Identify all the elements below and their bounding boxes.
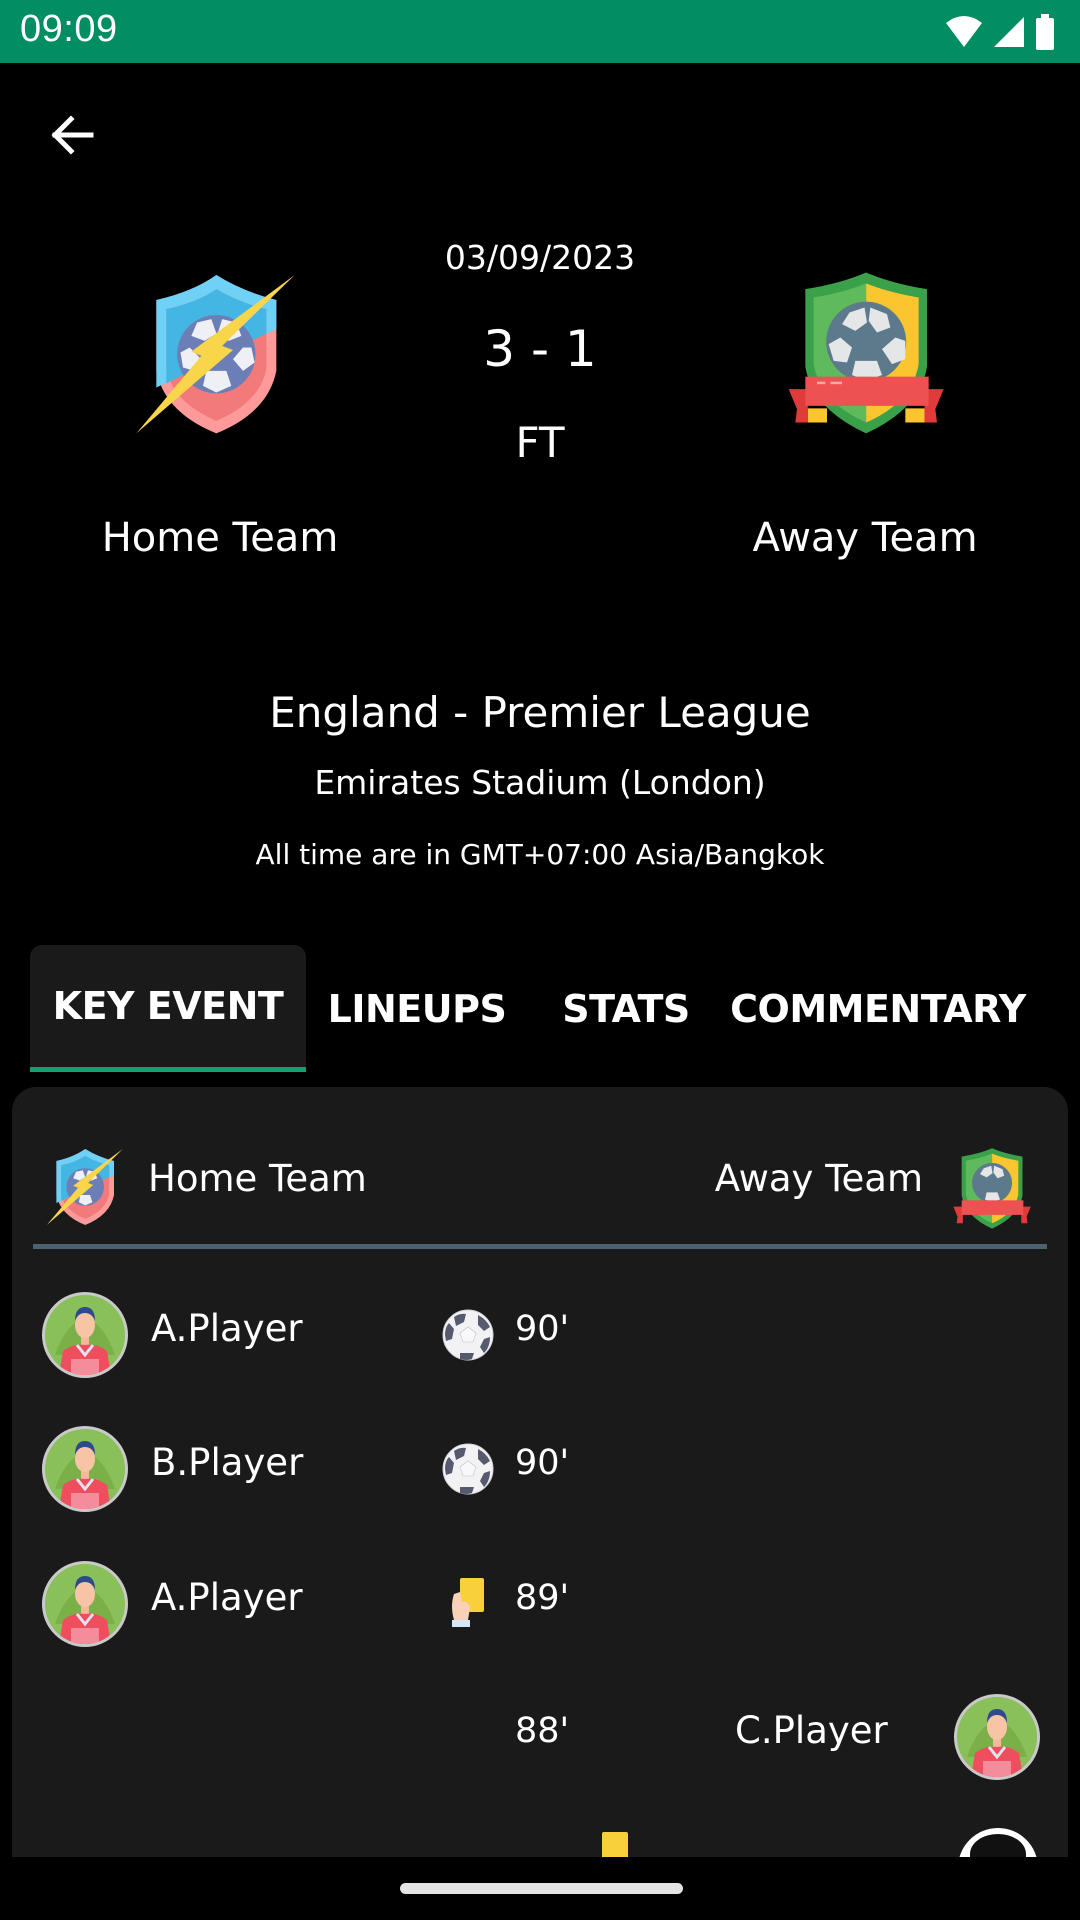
player-avatar [958, 1828, 1038, 1857]
key-events-header: Home Team Away Team [12, 1087, 1068, 1249]
tab-bar: KEY EVENT LINEUPS STATS COMMENTARY [30, 945, 1032, 1072]
player-name[interactable]: B.Player [151, 1441, 303, 1484]
soccer-ball-icon [440, 1441, 496, 1497]
key-events-card: Home Team Away Team A.Player 90' B.Playe… [12, 1087, 1068, 1857]
match-score: 3 - 1 [483, 320, 597, 378]
player-avatar [42, 1292, 128, 1378]
status-icons [944, 14, 1056, 50]
player-name[interactable]: A.Player [151, 1576, 303, 1619]
shield-lightning-ball-logo [136, 275, 295, 434]
status-time: 09:09 [20, 8, 118, 50]
player-avatar [42, 1561, 128, 1647]
player-avatar [42, 1426, 128, 1512]
event-row[interactable]: 88' C.Player [12, 1687, 1068, 1787]
event-row-partial[interactable] [12, 1822, 1068, 1857]
home-team-name[interactable]: Home Team [50, 515, 390, 561]
yellow-card-icon [602, 1832, 628, 1857]
away-team-logo[interactable] [762, 250, 962, 450]
status-bar: 09:09 [0, 0, 1080, 63]
event-minute: 90' [515, 1443, 570, 1483]
event-minute: 89' [515, 1578, 570, 1618]
player-avatar [954, 1694, 1040, 1780]
back-button[interactable] [42, 110, 102, 160]
shield-ribbon-ball-logo [788, 272, 944, 434]
away-team-label: Away Team [714, 1157, 923, 1200]
event-row[interactable]: B.Player 90' [12, 1419, 1068, 1519]
wifi-icon [946, 16, 982, 47]
tab-stats[interactable]: STATS [528, 945, 724, 1072]
signal-icon [994, 17, 1024, 47]
player-name[interactable]: A.Player [151, 1307, 303, 1350]
away-team-logo-small [940, 1137, 1050, 1247]
yellow-card-icon [440, 1576, 496, 1632]
stadium-name: Emirates Stadium (London) [314, 763, 766, 802]
away-team-name[interactable]: Away Team [695, 515, 1035, 561]
home-team-label: Home Team [148, 1157, 367, 1200]
event-row[interactable]: A.Player 90' [12, 1285, 1068, 1385]
tab-key-event[interactable]: KEY EVENT [30, 945, 306, 1072]
player-name[interactable]: C.Player [735, 1709, 888, 1752]
battery-icon [1036, 14, 1054, 50]
league-name: England - Premier League [269, 688, 811, 737]
home-gesture-handle[interactable] [400, 1883, 683, 1894]
header-divider [33, 1244, 1047, 1249]
tab-lineups[interactable]: LINEUPS [306, 945, 528, 1072]
arrow-left-icon [51, 115, 94, 155]
shield-lightning-ball-logo [46, 1149, 123, 1225]
event-row[interactable]: A.Player 89' [12, 1554, 1068, 1654]
tab-commentary[interactable]: COMMENTARY [724, 945, 1032, 1072]
home-team-logo[interactable] [118, 250, 318, 450]
event-minute: 90' [515, 1309, 570, 1349]
match-status: FT [515, 418, 565, 467]
timezone-note: All time are in GMT+07:00 Asia/Bangkok [255, 838, 825, 871]
match-date: 03/09/2023 [444, 238, 636, 277]
soccer-ball-icon [440, 1307, 496, 1363]
shield-ribbon-ball-logo [953, 1148, 1031, 1229]
home-team-logo-small [38, 1137, 148, 1247]
event-minute: 88' [515, 1711, 570, 1751]
